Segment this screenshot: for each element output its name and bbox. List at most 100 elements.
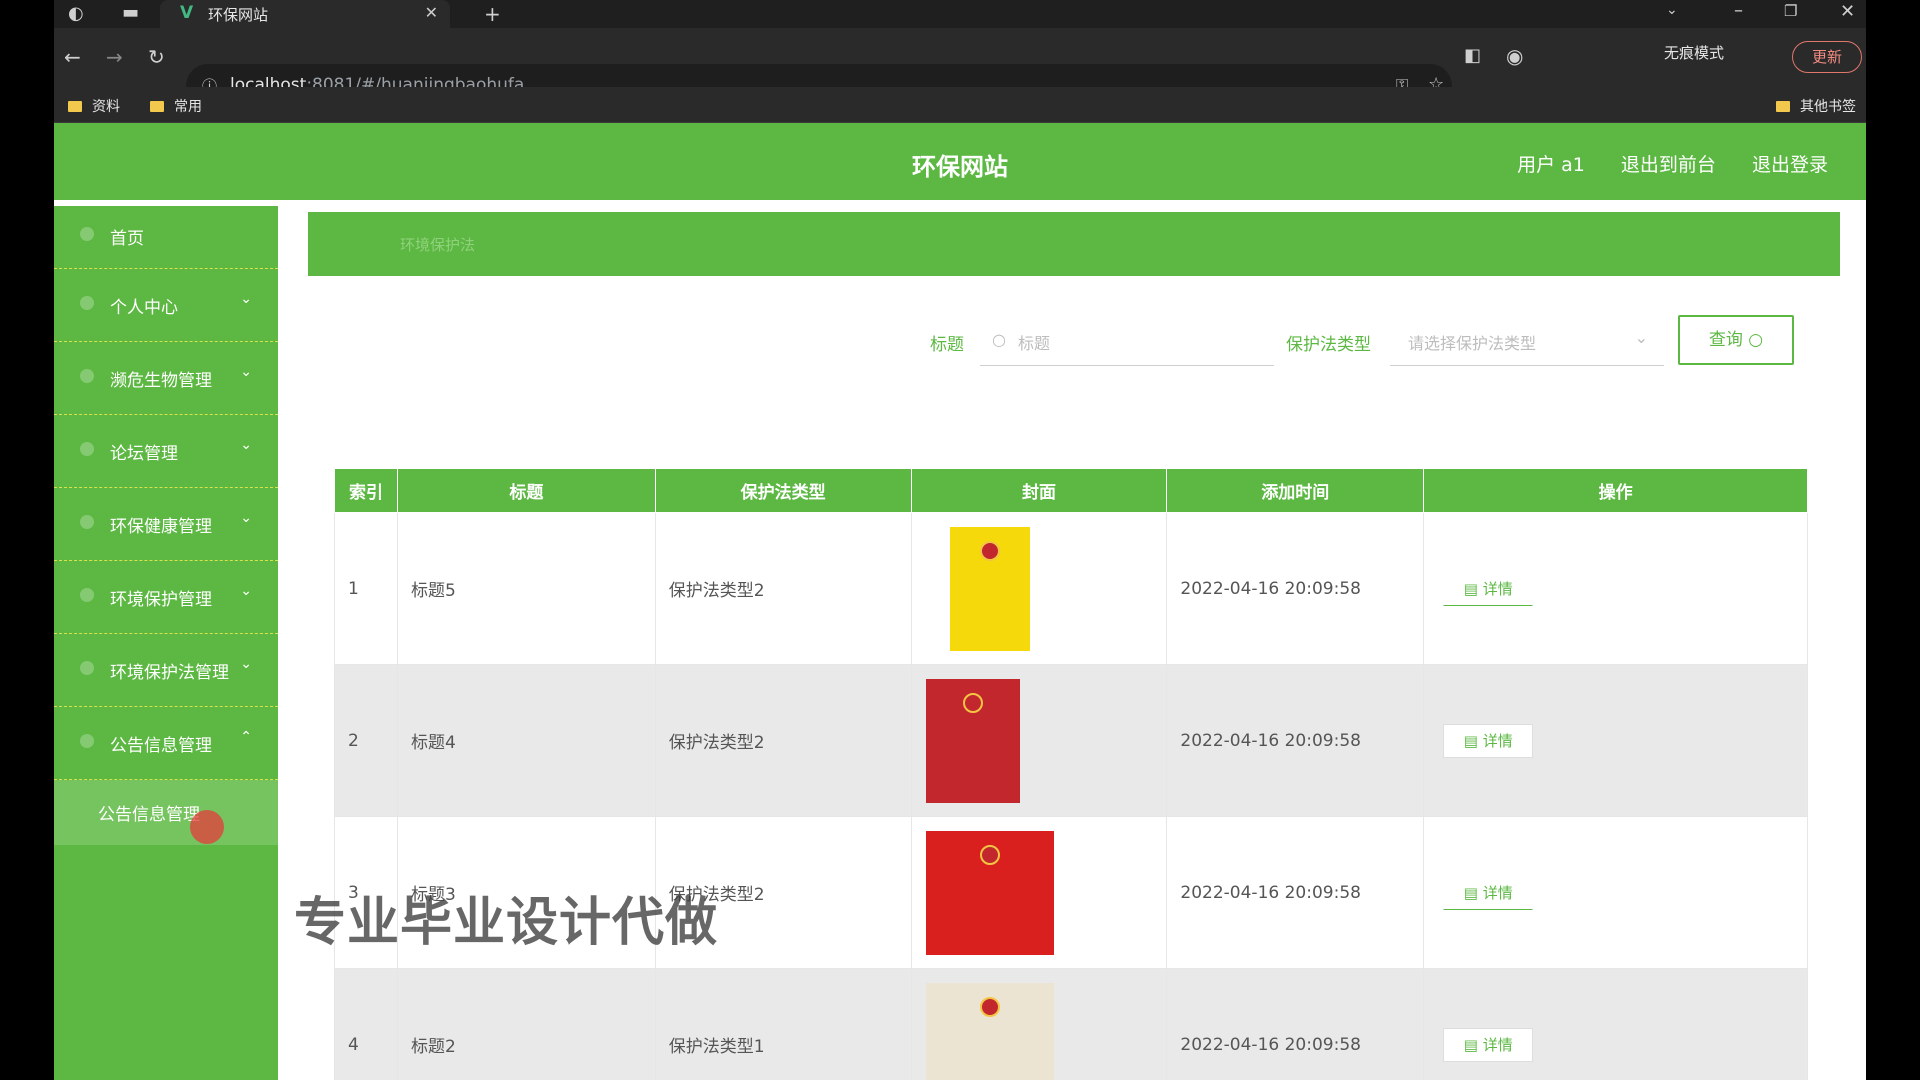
sidebar-item-health[interactable]: 环保健康管理 ⌄ [54, 488, 278, 561]
cover-image[interactable] [925, 982, 1054, 1080]
tab-title: 环保网站 [208, 6, 269, 24]
law-table: 索引 标题 保护法类型 封面 添加时间 操作 1 标题5 保护法类型2 2022… [334, 468, 1808, 1080]
detail-button[interactable]: ▤ 详情 [1443, 572, 1534, 606]
restore-icon[interactable]: ❐ [1784, 2, 1797, 20]
other-bookmarks[interactable]: 其他书签 [1776, 96, 1856, 116]
chevron-down-icon: ⌄ [240, 510, 252, 526]
cover-image[interactable] [949, 526, 1030, 651]
vue-logo-icon: V [180, 3, 194, 23]
query-button[interactable]: 查询 ○ [1678, 315, 1794, 365]
cell-title: 标题4 [396, 664, 656, 817]
column-header-type: 保护法类型 [654, 468, 912, 513]
sidebar-item-law[interactable]: 环境保护法管理 ⌄ [54, 634, 278, 707]
notice-icon [80, 734, 94, 748]
cover-image[interactable] [925, 678, 1020, 803]
window-close-icon[interactable]: ✕ [1840, 1, 1855, 22]
folder-icon [1776, 101, 1790, 112]
window-icon[interactable]: ▬ [122, 2, 139, 23]
incognito-label: 无痕模式 [1664, 44, 1725, 62]
breadcrumb: 环境保护法 [400, 236, 476, 254]
reload-icon[interactable]: ↻ [148, 45, 165, 69]
protection-icon [80, 588, 94, 602]
bookmark-folder-2[interactable]: 常用 [150, 96, 202, 116]
sidebar: 首页 个人中心 ⌄ 濒危生物管理 ⌄ 论坛管理 ⌄ 环保健康管理 ⌄ 环境保护管… [54, 206, 278, 1080]
cell-action: ▤ 详情 [1423, 816, 1808, 969]
detail-button[interactable]: ▤ 详情 [1443, 876, 1534, 910]
chevron-down-icon: ⌄ [240, 437, 252, 453]
sidebar-item-label: 首页 [110, 229, 144, 249]
chevron-down-icon: ⌄ [240, 583, 252, 599]
title-search-input[interactable]: ○ 标题 [980, 316, 1274, 366]
logout-link[interactable]: 退出登录 [1752, 154, 1828, 176]
cell-cover [910, 664, 1168, 817]
cell-index: 1 [334, 512, 398, 665]
sidebar-item-label: 环保健康管理 [110, 517, 212, 537]
sidebar-item-personal[interactable]: 个人中心 ⌄ [54, 269, 278, 342]
browser-tab-bar: ◐ ▬ V 环保网站 ✕ + ⌄ – ❐ ✕ [54, 0, 1866, 28]
document-icon: ▤ [1463, 883, 1483, 902]
cell-title: 标题5 [396, 512, 656, 665]
folder-icon [150, 101, 164, 112]
sidebar-item-label: 环境保护管理 [110, 590, 212, 610]
watermark-text: 专业毕业设计代做 [294, 893, 719, 953]
cover-image[interactable] [925, 830, 1054, 955]
cell-cover [910, 512, 1168, 665]
column-header-index: 索引 [334, 468, 398, 513]
document-icon: ▤ [1463, 579, 1483, 598]
bookmarks-bar [54, 87, 1866, 123]
cell-type: 保护法类型2 [654, 512, 912, 665]
app-header: 环保网站 用户 a1 退出到前台 退出登录 [54, 123, 1866, 200]
sidebar-item-label: 个人中心 [110, 298, 178, 318]
chevron-down-icon: ⌄ [240, 656, 252, 672]
document-icon: ▤ [1463, 731, 1483, 750]
type-select[interactable]: 请选择保护法类型 ⌄ [1390, 316, 1664, 366]
sidebar-subitem-label: 公告信息管理 [98, 805, 200, 825]
sidebar-item-label: 濒危生物管理 [110, 371, 212, 391]
tab-search-icon[interactable]: ⌄ [1666, 2, 1678, 18]
user-label: 用户 a1 [1517, 154, 1585, 176]
sidebar-item-label: 公告信息管理 [110, 736, 212, 756]
home-icon [80, 227, 94, 241]
sidebar-item-home[interactable]: 首页 [54, 206, 278, 269]
sidebar-item-forum[interactable]: 论坛管理 ⌄ [54, 415, 278, 488]
tab-close-icon[interactable]: ✕ [425, 3, 438, 22]
update-button[interactable]: 更新 [1792, 41, 1862, 73]
sidebar-item-species[interactable]: 濒危生物管理 ⌄ [54, 342, 278, 415]
document-icon: ▤ [1463, 1035, 1483, 1054]
back-icon[interactable]: ← [64, 45, 81, 69]
detail-button[interactable]: ▤ 详情 [1443, 723, 1534, 758]
table-row: 2 标题4 保护法类型2 2022-04-16 20:09:58 ▤ 详情 [334, 664, 1808, 817]
detail-button[interactable]: ▤ 详情 [1443, 1027, 1534, 1062]
column-header-time: 添加时间 [1166, 468, 1425, 513]
browser-tab[interactable]: V 环保网站 ✕ [160, 0, 450, 28]
title-filter-label: 标题 [930, 335, 964, 355]
cell-type: 保护法类型2 [654, 664, 912, 817]
cell-type: 保护法类型1 [654, 968, 912, 1080]
browser-logo-icon: ◐ [68, 3, 84, 24]
bookmark-folder-1[interactable]: 资料 [68, 96, 120, 116]
cell-cover [910, 816, 1168, 969]
column-header-cover: 封面 [910, 468, 1168, 513]
cell-index: 2 [334, 664, 398, 817]
forward-icon[interactable]: → [106, 45, 123, 69]
species-icon [80, 369, 94, 383]
cell-index: 4 [334, 968, 398, 1080]
table-header-row: 索引 标题 保护法类型 封面 添加时间 操作 [334, 468, 1808, 513]
chevron-down-icon: ⌄ [240, 364, 252, 380]
sidebar-item-notice[interactable]: 公告信息管理 ⌃ [54, 707, 278, 780]
browser-toolbar: ← → ↻ ⓘ localhost:8081/#/huanjingbaohufa… [54, 28, 1866, 108]
front-link[interactable]: 退出到前台 [1621, 154, 1716, 176]
cell-action: ▤ 详情 [1423, 968, 1808, 1080]
table-row: 1 标题5 保护法类型2 2022-04-16 20:09:58 ▤ 详情 [334, 512, 1808, 665]
minimize-icon[interactable]: – [1734, 0, 1743, 21]
side-panel-icon[interactable]: ◧ [1464, 45, 1481, 66]
cell-action: ▤ 详情 [1423, 664, 1808, 817]
cell-time: 2022-04-16 20:09:58 [1166, 816, 1425, 969]
cell-cover [910, 968, 1168, 1080]
new-tab-icon[interactable]: + [484, 2, 501, 26]
type-select-placeholder: 请选择保护法类型 [1408, 334, 1537, 353]
sidebar-subitem-notice[interactable]: 公告信息管理 [54, 780, 278, 845]
search-icon: ○ [992, 330, 1006, 349]
breadcrumb-banner: 环境保护法 [308, 212, 1840, 276]
sidebar-item-protection[interactable]: 环境保护管理 ⌄ [54, 561, 278, 634]
